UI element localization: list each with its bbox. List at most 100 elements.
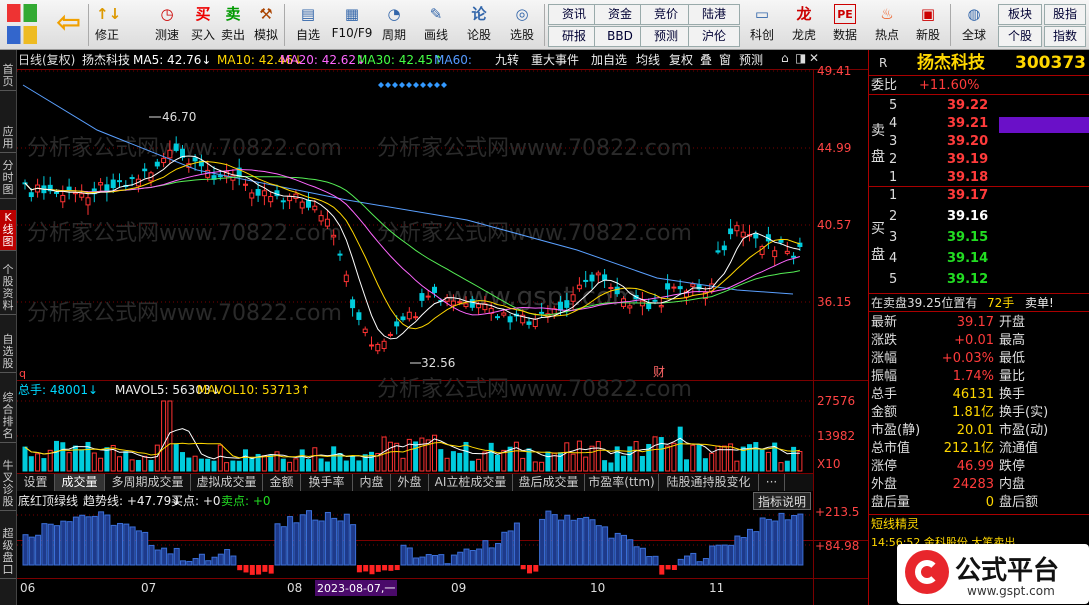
news-button[interactable]: 资讯 [548, 4, 600, 25]
ask-row[interactable]: 2 39.19 [869, 151, 1089, 169]
volume-bar [350, 456, 356, 472]
indicator-bar [110, 524, 117, 566]
ask-row[interactable]: 5 39.22 [869, 97, 1089, 115]
auction-button[interactable]: 竞价 [640, 4, 692, 25]
stat-row[interactable]: 涨跌 +0.01 最高 [869, 332, 1089, 350]
event-diamond[interactable] [441, 82, 447, 88]
volume-bar [539, 461, 545, 472]
toolbar-button-watchlist[interactable]: ▤ 自选 [290, 2, 326, 48]
tab-pe-ttm[interactable]: 市盈率(ttm) [585, 474, 659, 491]
toolbar-button-stock-picker[interactable]: ◎ 选股 [502, 2, 542, 48]
toolbar-button-speedtest[interactable]: ◷ 测速 [150, 2, 184, 48]
volume-bar [91, 452, 97, 472]
ask-row[interactable]: 3 39.20 [869, 133, 1089, 151]
toolbar-button-draw[interactable]: ✎ 画线 [418, 2, 454, 48]
toolbar-button-simulate[interactable]: ⚒ 模拟 [250, 2, 282, 48]
left-tab-apps[interactable]: 应用 [0, 124, 16, 153]
left-tab-profile[interactable]: 个股资料 [0, 262, 16, 315]
bbd-button[interactable]: BBD [594, 26, 646, 47]
index-futures-button[interactable]: 股指 [1044, 4, 1086, 25]
index-button[interactable]: 指数 [1044, 26, 1086, 47]
toolbar-button-period[interactable]: ◔ 周期 [376, 2, 412, 48]
forecast-button[interactable]: 预测 [640, 26, 692, 47]
volume-bar [230, 460, 236, 472]
toolbar-button-buy[interactable]: 买 买入 [188, 2, 218, 48]
tab-multi-period-volume[interactable]: 多周期成交量 [105, 474, 191, 491]
event-diamond[interactable] [385, 82, 391, 88]
event-markers[interactable] [378, 82, 447, 88]
tab-inner-volume[interactable]: 内盘 [353, 474, 391, 491]
event-diamond[interactable] [378, 82, 384, 88]
indicator-bar [513, 522, 520, 566]
tab-hk-holdings[interactable]: 陆股通持股变化 [659, 474, 759, 491]
ask-row[interactable]: 4 39.21 [869, 115, 1089, 133]
stat-row[interactable]: 金额 1.81亿 换手(实) [869, 404, 1089, 422]
toolbar-button-hotspot[interactable]: ♨ 热点 [870, 2, 904, 48]
bid-row[interactable]: 4 39.14 [869, 250, 1089, 268]
stat-row[interactable]: 涨幅 +0.03% 最低 [869, 350, 1089, 368]
tab-settings[interactable]: 设置 [17, 474, 55, 491]
toolbar-button-global[interactable]: ◍ 全球 [954, 2, 994, 48]
tab-more[interactable]: ··· [759, 474, 785, 491]
tab-turnover[interactable]: 换手率 [301, 474, 353, 491]
event-diamond[interactable] [392, 82, 398, 88]
event-diamond[interactable] [413, 82, 419, 88]
candle-body [501, 312, 507, 316]
event-diamond[interactable] [427, 82, 433, 88]
bid-row[interactable]: 2 39.16 [869, 208, 1089, 226]
stat-row[interactable]: 盘后量 0 盘后额 [869, 494, 1089, 512]
toolbar-button-repair[interactable]: ↑↓ 修正 [90, 2, 124, 48]
sector-button[interactable]: 板块 [998, 4, 1042, 25]
tab-outer-volume[interactable]: 外盘 [391, 474, 429, 491]
windows-layout-button[interactable] [4, 2, 40, 48]
toolbar-button-star-market[interactable]: ▭ 科创 [744, 2, 780, 48]
event-diamond[interactable] [420, 82, 426, 88]
event-diamond[interactable] [399, 82, 405, 88]
stat-row[interactable]: 总市值 212.1亿 流通值 [869, 440, 1089, 458]
stat-row[interactable]: 市盈(静) 20.01 市盈(动) [869, 422, 1089, 440]
hk-connect-button[interactable]: 陆港 [688, 4, 740, 25]
left-tab-ranking[interactable]: 综合排名 [0, 390, 16, 443]
research-button[interactable]: 研报 [548, 26, 600, 47]
volume-bar [318, 458, 324, 472]
toolbar-button-sell[interactable]: 卖 卖出 [218, 2, 248, 48]
stat-row[interactable]: 最新 39.17 开盘 [869, 314, 1089, 332]
indicator-bar [614, 532, 621, 566]
toolbar-button-ipo[interactable]: ▣ 新股 [910, 2, 946, 48]
left-tab-intraday[interactable]: 分时图 [0, 158, 16, 199]
indicator-axis-label: +213.5 [815, 505, 859, 519]
tab-ai-volume[interactable]: AI立桩成交量 [429, 474, 513, 491]
left-tab-super-quote[interactable]: 超级盘口 [0, 526, 16, 579]
single-stock-button[interactable]: 个股 [998, 26, 1042, 47]
event-diamond[interactable] [434, 82, 440, 88]
stat-row[interactable]: 外盘 24283 内盘 [869, 476, 1089, 494]
fund-flow-button[interactable]: 资金 [594, 4, 646, 25]
bid-row[interactable]: 5 39.12 [869, 271, 1089, 289]
indicator-bar [765, 518, 772, 566]
toolbar-button-f10[interactable]: ▦ F10/F9 [330, 2, 374, 48]
shanghai-london-button[interactable]: 沪伦 [688, 26, 740, 47]
volume-bar [627, 446, 633, 472]
ask-row[interactable]: 1 39.18 [869, 169, 1089, 187]
left-tab-home[interactable]: 首页 [0, 62, 16, 91]
stat-row[interactable]: 涨停 46.99 跌停 [869, 458, 1089, 476]
stat-label: 最高 [999, 333, 1026, 348]
toolbar-button-data[interactable]: PE 数据 [828, 2, 862, 48]
left-tab-watchlist[interactable]: 自选股 [0, 332, 16, 373]
tab-virtual-volume[interactable]: 虚拟成交量 [191, 474, 263, 491]
toolbar-button-discuss[interactable]: 论 论股 [462, 2, 496, 48]
event-diamond[interactable] [406, 82, 412, 88]
left-tab-kline[interactable]: K线图 [0, 210, 16, 251]
stat-row[interactable]: 振幅 1.74% 量比 [869, 368, 1089, 386]
bid-row[interactable]: 3 39.15 [869, 229, 1089, 247]
toolbar-button-dragon-tiger[interactable]: 龙 龙虎 [786, 2, 822, 48]
earnings-event-label[interactable]: 财 [653, 365, 665, 379]
tab-volume[interactable]: 成交量 [55, 474, 105, 491]
indicator-help-button[interactable]: 指标说明 [753, 492, 811, 510]
stat-row[interactable]: 总手 46131 换手 [869, 386, 1089, 404]
tab-after-hours-volume[interactable]: 盘后成交量 [513, 474, 585, 491]
back-button[interactable]: ⇦ [48, 2, 86, 48]
bid-row[interactable]: 1 39.17 [869, 187, 1089, 205]
left-tab-diagnosis[interactable]: 牛叉诊股 [0, 458, 16, 511]
tab-amount[interactable]: 金额 [263, 474, 301, 491]
